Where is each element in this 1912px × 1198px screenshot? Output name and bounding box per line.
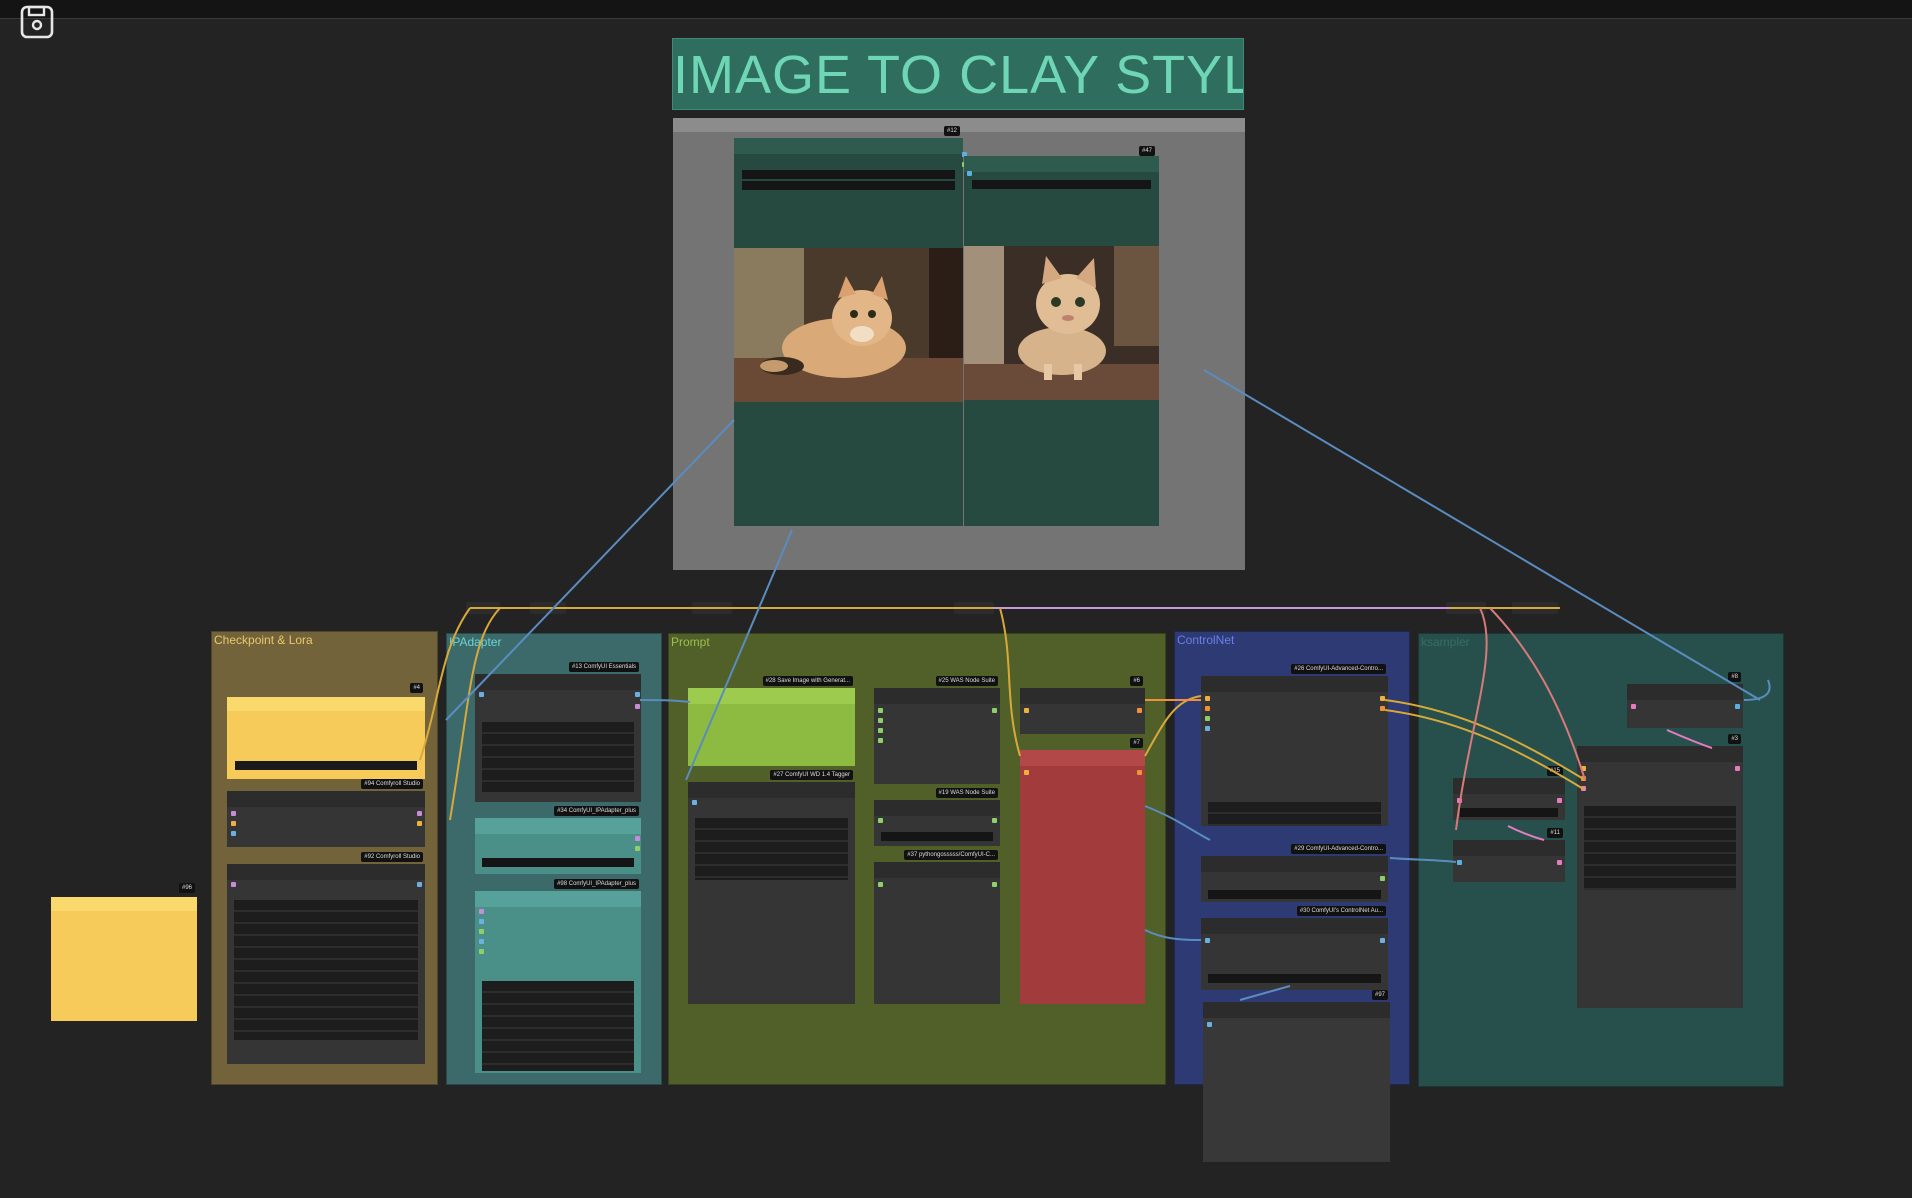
reroute-node[interactable] bbox=[692, 602, 732, 614]
node-13[interactable]: #13 ComfyUI Essentials bbox=[475, 662, 641, 802]
node-id-badge: #98 ComfyUI_IPAdapter_plus bbox=[554, 879, 639, 889]
node-97[interactable]: #97 bbox=[1203, 990, 1390, 1162]
node-7[interactable]: #7 bbox=[1020, 738, 1145, 1004]
node-id-badge: #94 Comfyroll Studio bbox=[361, 779, 423, 789]
node-25[interactable]: #25 WAS Node Suite bbox=[874, 676, 1000, 784]
node-26[interactable]: #26 ComfyUI-Advanced-Contro... bbox=[1201, 664, 1388, 826]
source-image bbox=[734, 248, 963, 402]
group-title: ksampler bbox=[1421, 635, 1470, 649]
node-id-badge: #34 ComfyUI_IPAdapter_plus bbox=[554, 806, 639, 816]
node-6[interactable]: #6 bbox=[1020, 676, 1145, 734]
node-id-badge: #47 bbox=[1139, 146, 1156, 156]
image-node-12[interactable]: #12 bbox=[734, 126, 967, 526]
node-37[interactable]: #37 pythongosssss/ComfyUI-C... bbox=[874, 850, 1000, 1004]
node-id-badge: #92 Comfyroll Studio bbox=[361, 852, 423, 862]
node-id-badge: #4 bbox=[410, 683, 423, 693]
node-id-badge: #26 ComfyUI-Advanced-Contro... bbox=[1291, 664, 1386, 674]
node-id-badge: #29 ComfyUI-Advanced-Contro... bbox=[1291, 844, 1386, 854]
node-92[interactable]: #92 Comfyroll Studio bbox=[227, 852, 425, 1064]
reroute-node[interactable] bbox=[1446, 602, 1486, 614]
group-title: Checkpoint & Lora bbox=[214, 633, 313, 647]
top-menu-bar bbox=[0, 0, 1912, 19]
node-id-badge: #7 bbox=[1130, 738, 1143, 748]
node-30[interactable]: #30 ComfyUI's ControlNet Au... bbox=[1201, 906, 1388, 990]
reroute-node[interactable] bbox=[466, 602, 500, 614]
node-id-badge: #11 bbox=[1547, 828, 1563, 838]
reroute-node[interactable] bbox=[1512, 602, 1558, 614]
node-id-badge: #96 bbox=[178, 883, 195, 893]
node-11[interactable]: #11 bbox=[1453, 828, 1565, 882]
node-98[interactable]: #98 ComfyUI_IPAdapter_plus bbox=[475, 879, 641, 1073]
reroute-node[interactable] bbox=[954, 602, 994, 614]
node-id-badge: #19 WAS Node Suite bbox=[935, 788, 998, 798]
save-workflow-button[interactable] bbox=[18, 4, 58, 42]
group-title: IPAdapter bbox=[449, 635, 502, 649]
node-15[interactable]: #15 bbox=[1453, 766, 1565, 820]
node-id-badge: #27 ComfyUI WD 1.4 Tagger bbox=[770, 770, 853, 780]
node-29[interactable]: #29 ComfyUI-Advanced-Contro... bbox=[1201, 844, 1388, 902]
node-id-badge: #13 ComfyUI Essentials bbox=[568, 662, 639, 672]
group-title: Prompt bbox=[671, 635, 710, 649]
node-34[interactable]: #34 ComfyUI_IPAdapter_plus bbox=[475, 806, 641, 874]
node-94[interactable]: #94 Comfyroll Studio bbox=[227, 779, 425, 847]
floppy-save-icon bbox=[20, 5, 54, 39]
note-node-4[interactable]: #4 bbox=[227, 683, 425, 779]
node-id-badge: #15 bbox=[1546, 766, 1563, 776]
clay-result-image bbox=[964, 246, 1159, 400]
image-node-47[interactable]: #47 bbox=[964, 146, 1159, 526]
node-8[interactable]: #8 bbox=[1627, 672, 1743, 728]
note-node-96[interactable]: #96 bbox=[51, 883, 197, 1021]
workflow-title: IMAGE TO CLAY STYLE bbox=[672, 38, 1244, 110]
preview-group[interactable]: #12 #47 bbox=[673, 118, 1245, 570]
node-id-badge: #12 bbox=[944, 126, 961, 136]
node-id-badge: #25 WAS Node Suite bbox=[935, 676, 998, 686]
node-27[interactable]: #27 ComfyUI WD 1.4 Tagger bbox=[688, 770, 855, 1004]
node-id-badge: #8 bbox=[1728, 672, 1741, 682]
node-28[interactable]: #28 Save Image with Generat... bbox=[688, 676, 855, 766]
node-id-badge: #3 bbox=[1728, 734, 1741, 744]
node-id-badge: #30 ComfyUI's ControlNet Au... bbox=[1296, 906, 1386, 916]
node-3[interactable]: #3 bbox=[1577, 734, 1743, 1008]
node-19[interactable]: #19 WAS Node Suite bbox=[874, 788, 1000, 846]
reroute-node[interactable] bbox=[530, 602, 566, 614]
node-id-badge: #6 bbox=[1130, 676, 1143, 686]
node-id-badge: #28 Save Image with Generat... bbox=[762, 676, 853, 686]
node-id-badge: #37 pythongosssss/ComfyUI-C... bbox=[904, 850, 998, 860]
group-title: ControlNet bbox=[1177, 633, 1235, 647]
node-id-badge: #97 bbox=[1371, 990, 1388, 1000]
